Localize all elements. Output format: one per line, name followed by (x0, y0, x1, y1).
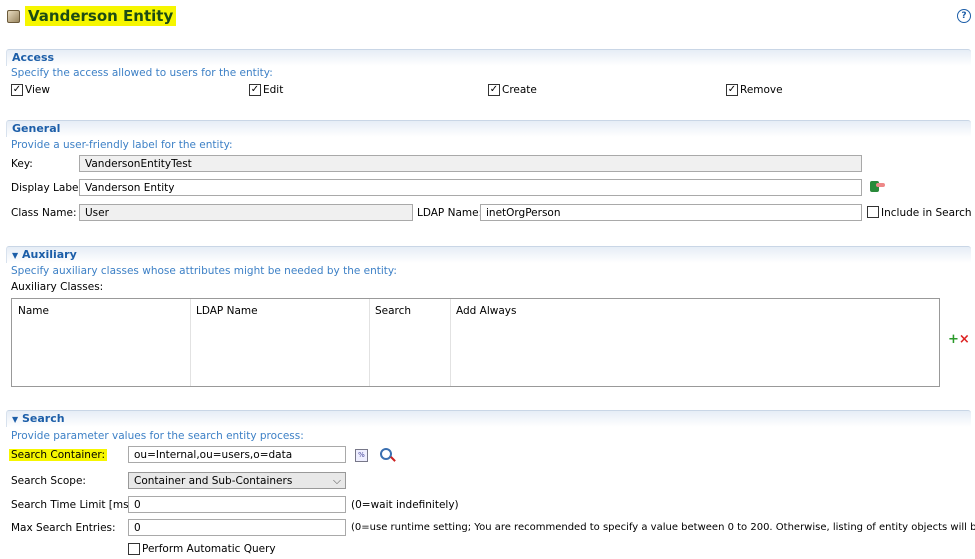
page-title: Vanderson Entity (25, 6, 177, 26)
auxiliary-toggle[interactable]: ▼ Auxiliary (12, 248, 77, 261)
search-title: Search (22, 412, 65, 425)
include-in-search-label: Include in Search (881, 207, 972, 219)
auxiliary-classes-label: Auxiliary Classes: (11, 281, 104, 293)
max-search-entries-hint: (0=use runtime setting; You are recommen… (351, 522, 975, 533)
view-label: View (25, 84, 50, 96)
key-field[interactable]: VandersonEntityTest (79, 155, 862, 172)
localize-icon[interactable] (870, 181, 885, 192)
search-section-header[interactable]: ▼ Search (6, 410, 971, 427)
class-name-field[interactable]: User (79, 204, 413, 221)
auxiliary-title: Auxiliary (22, 248, 77, 261)
column-header-ldap-name[interactable]: LDAP Name (196, 305, 258, 317)
include-in-search-checkbox[interactable] (867, 206, 879, 218)
ldap-name-label: LDAP Name: (417, 207, 483, 219)
class-name-label: Class Name: (11, 207, 77, 219)
browse-search-icon[interactable] (380, 448, 396, 462)
help-icon[interactable]: ? (957, 9, 971, 23)
access-description: Specify the access allowed to users for … (11, 67, 273, 79)
search-container-field[interactable]: ou=Internal,ou=users,o=data (128, 446, 346, 463)
search-time-limit-field[interactable]: 0 (128, 496, 346, 513)
search-scope-label: Search Scope: (11, 475, 86, 487)
max-search-entries-field[interactable]: 0 (128, 519, 346, 536)
perform-automatic-query-label: Perform Automatic Query (142, 543, 276, 555)
column-header-name[interactable]: Name (18, 305, 49, 317)
remove-label: Remove (740, 84, 783, 96)
column-header-add-always[interactable]: Add Always (456, 305, 516, 317)
view-checkbox[interactable]: ✓ (11, 84, 23, 96)
search-toggle[interactable]: ▼ Search (12, 412, 65, 425)
ldap-name-field[interactable]: inetOrgPerson (480, 204, 862, 221)
display-label-field[interactable]: Vanderson Entity (79, 179, 862, 196)
general-section-header: General (6, 120, 971, 137)
display-label-label: Display Label: (11, 182, 85, 194)
chevron-down-icon: ⌵ (333, 475, 341, 487)
auxiliary-section-header[interactable]: ▼ Auxiliary (6, 246, 971, 263)
access-section-header: Access (6, 49, 971, 66)
perform-automatic-query-checkbox[interactable] (128, 543, 140, 555)
column-header-search[interactable]: Search (375, 305, 411, 317)
search-scope-value: Container and Sub-Containers (134, 475, 293, 487)
key-label: Key: (11, 158, 33, 170)
add-remove-icon[interactable]: +× (948, 333, 970, 346)
edit-checkbox[interactable]: ✓ (249, 84, 261, 96)
search-scope-select[interactable]: Container and Sub-Containers ⌵ (128, 472, 346, 489)
auxiliary-classes-table[interactable]: Name LDAP Name Search Add Always (11, 298, 940, 387)
max-search-entries-label: Max Search Entries: (11, 522, 116, 534)
general-description: Provide a user-friendly label for the en… (11, 139, 233, 151)
edit-label: Edit (263, 84, 284, 96)
variable-icon[interactable]: % (355, 449, 368, 462)
create-checkbox[interactable]: ✓ (488, 84, 500, 96)
access-title: Access (12, 51, 55, 64)
search-time-limit-label: Search Time Limit [ms]: (11, 499, 137, 511)
search-container-label: Search Container: (9, 449, 108, 461)
auxiliary-description: Specify auxiliary classes whose attribut… (11, 265, 397, 277)
search-description: Provide parameter values for the search … (11, 430, 304, 442)
general-title: General (12, 122, 61, 135)
remove-checkbox[interactable]: ✓ (726, 84, 738, 96)
create-label: Create (502, 84, 537, 96)
search-time-limit-hint: (0=wait indefinitely) (351, 499, 459, 511)
cube-icon (7, 10, 20, 23)
